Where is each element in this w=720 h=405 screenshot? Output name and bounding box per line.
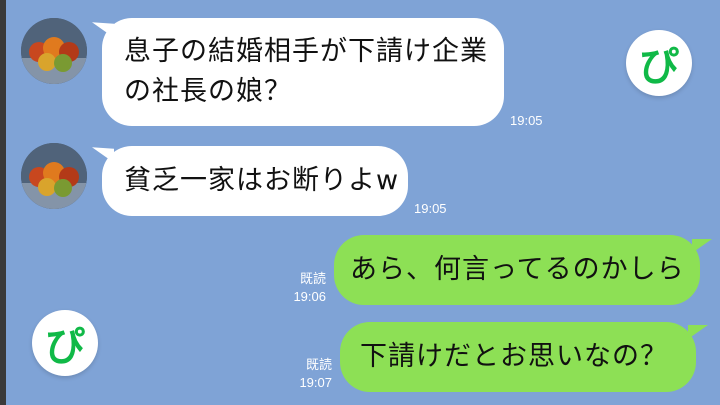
fruit-still-life-image [21,18,87,84]
sender-avatar[interactable] [21,18,87,84]
message-time: 19:06 [293,289,326,304]
message-line: 下請けだとお思いなの？ [360,341,668,372]
fruit-still-life-image [21,143,87,209]
message-line: あら、何言ってるのかしら [350,254,685,285]
message-bubble-outgoing[interactable]: 下請けだとお思いなの？ [340,322,696,392]
message-time: 19:05 [510,113,543,128]
message-line: 貧乏一家はお断りよw [124,165,400,196]
p-logo-icon: ぴ [626,30,692,96]
p-logo-icon: ぴ [32,310,98,376]
message-time: 19:07 [299,375,332,390]
message-bubble-incoming[interactable]: 息子の結婚相手が下請け企業 の社長の娘？ [102,18,504,126]
message-line: 息子の結婚相手が下請け企業 [124,36,488,67]
message-line: の社長の娘？ [124,76,292,107]
message-bubble-incoming[interactable]: 貧乏一家はお断りよw [102,146,408,216]
bubble-tail [688,310,708,340]
sender-avatar[interactable] [21,143,87,209]
bubble-tail [692,224,712,254]
message-time: 19:05 [414,201,447,216]
read-receipt: 既読 [299,271,326,286]
screen-edge [0,0,6,405]
read-receipt: 既読 [305,357,332,372]
message-bubble-outgoing[interactable]: あら、何言ってるのかしら [334,235,700,305]
